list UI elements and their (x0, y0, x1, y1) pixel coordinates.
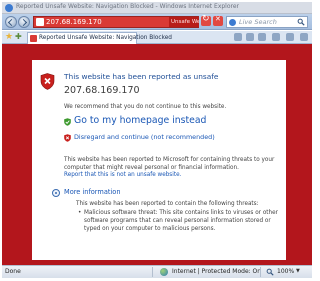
more-information-link[interactable]: More information (64, 188, 121, 196)
threats-intro: This website has been reported to contai… (76, 201, 259, 207)
report-not-unsafe-link[interactable]: Report that this is not an unsafe websit… (64, 172, 181, 178)
globe-icon (160, 268, 168, 276)
status-divider (260, 267, 261, 277)
bullet: • (78, 210, 82, 216)
zoom-icon[interactable] (266, 268, 274, 276)
expand-icon[interactable] (52, 189, 60, 197)
threat-list-item: • Malicious software threat: This site c… (78, 209, 280, 233)
address-bar[interactable]: 207.68.169.170 Unsafe Website (33, 16, 199, 28)
navigation-bar: 207.68.169.170 Unsafe Website Live Searc… (2, 14, 312, 30)
search-provider-icon (229, 19, 236, 26)
back-button[interactable] (5, 16, 17, 28)
search-box[interactable]: Live Search (226, 16, 308, 28)
status-bar: Done Internet | Protected Mode: On 100% … (2, 265, 312, 278)
tools-menu-icon[interactable] (286, 33, 294, 41)
stop-icon[interactable] (213, 15, 223, 26)
window-title: Reported Unsafe Website: Navigation Bloc… (16, 3, 240, 10)
unsafe-website-badge[interactable]: Unsafe Website (169, 17, 199, 27)
recommend-text: We recommend that you do not continue to… (64, 104, 227, 110)
forward-button[interactable] (18, 16, 30, 28)
page-title: This website has been reported as unsafe (64, 72, 219, 81)
green-shield-icon (64, 118, 71, 126)
zoom-dropdown-icon[interactable]: ▼ (296, 268, 300, 274)
title-bar: Reported Unsafe Website: Navigation Bloc… (2, 2, 312, 14)
address-url[interactable]: 207.68.169.170 (46, 18, 102, 26)
threat-text: Malicious software threat: This site con… (84, 210, 278, 232)
tab-page-icon (30, 35, 37, 42)
tab-active[interactable]: Reported Unsafe Website: Navigation Bloc… (27, 32, 172, 44)
reported-text: This website has been reported to Micros… (64, 157, 275, 171)
page-icon (36, 18, 44, 26)
add-favorite-icon[interactable]: ✚ (15, 32, 22, 42)
shield-x-icon (40, 73, 55, 90)
red-shield-icon (64, 134, 71, 142)
ie-logo-icon (5, 4, 13, 12)
tab-label[interactable]: Reported Unsafe Website: Navigation Bloc… (39, 35, 172, 41)
home-icon[interactable] (234, 33, 242, 41)
browser-window: Reported Unsafe Website: Navigation Bloc… (2, 2, 312, 278)
security-zone[interactable]: Internet | Protected Mode: On (172, 268, 261, 275)
disregard-link[interactable]: Disregard and continue (not recommended) (74, 133, 215, 141)
tab-row: ★ ✚ Reported Unsafe Website: Navigation … (2, 31, 312, 44)
page-content: This website has been reported as unsafe… (2, 44, 312, 265)
warning-panel: This website has been reported as unsafe… (32, 60, 286, 260)
print-icon[interactable] (258, 33, 266, 41)
page-menu-icon[interactable] (272, 33, 280, 41)
favorites-star-icon[interactable]: ★ (5, 32, 13, 42)
zoom-level[interactable]: 100% (277, 268, 294, 275)
status-divider (152, 267, 153, 277)
help-icon[interactable] (300, 33, 308, 41)
homepage-link[interactable]: Go to my homepage instead (74, 115, 206, 126)
refresh-icon[interactable] (201, 14, 211, 26)
site-ip: 207.68.169.170 (64, 85, 140, 96)
feeds-icon[interactable] (246, 33, 254, 41)
status-text: Done (5, 268, 21, 275)
search-placeholder[interactable]: Live Search (239, 18, 277, 26)
search-icon[interactable] (297, 18, 305, 26)
